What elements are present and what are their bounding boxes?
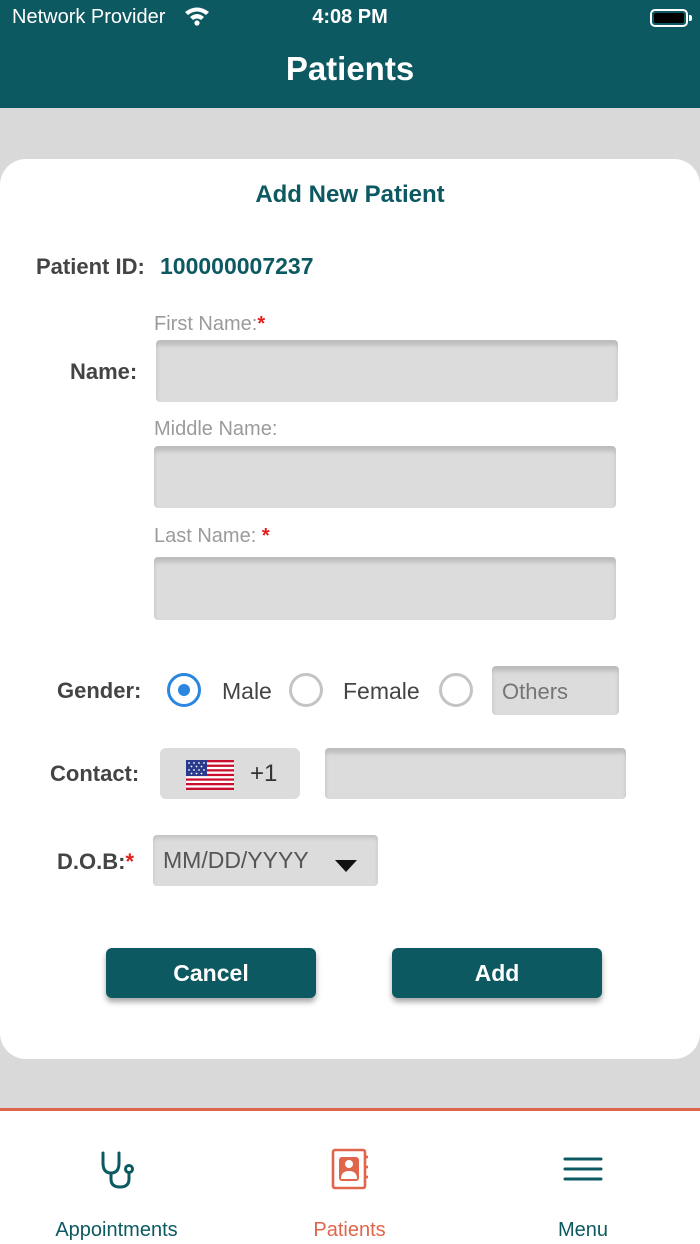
last-name-input[interactable] <box>154 557 616 620</box>
tab-appointments[interactable]: Appointments <box>0 1111 233 1244</box>
caret-down-icon <box>335 860 357 872</box>
gender-male-label: Male <box>222 678 272 704</box>
others-gender-input[interactable] <box>492 666 619 715</box>
us-flag-icon <box>186 760 234 790</box>
status-bar: Network Provider 4:08 PM <box>0 0 700 36</box>
gender-female-radio[interactable] <box>289 673 323 707</box>
gender-male-radio[interactable] <box>167 673 201 707</box>
battery-icon <box>650 9 692 27</box>
dob-dropdown[interactable]: MM/DD/YYYY <box>153 835 378 886</box>
bottom-tab-bar: Appointments Patients Menu <box>0 1108 700 1244</box>
country-dial-code: +1 <box>250 760 278 787</box>
tab-menu[interactable]: Menu <box>466 1111 700 1244</box>
tab-patients[interactable]: Patients <box>233 1111 466 1244</box>
middle-name-label: Middle Name: <box>154 418 278 440</box>
required-marker: * <box>261 525 270 547</box>
middle-name-input[interactable] <box>154 446 616 508</box>
required-marker: * <box>125 849 135 874</box>
cancel-button[interactable]: Cancel <box>106 948 316 998</box>
gender-others-radio[interactable] <box>439 673 473 707</box>
first-name-label: First Name:* <box>154 313 266 335</box>
required-marker: * <box>257 313 266 335</box>
tab-menu-label: Menu <box>557 1219 609 1241</box>
name-label: Name: <box>70 359 138 384</box>
form-title: Add New Patient <box>255 181 445 208</box>
country-code-selector[interactable]: +1 <box>160 748 300 799</box>
hamburger-menu-icon <box>563 1157 603 1181</box>
page-title: Patients <box>285 50 415 87</box>
gender-female-label: Female <box>343 678 420 704</box>
contact-label: Contact: <box>50 761 140 786</box>
dob-label: D.O.B:* <box>57 849 135 874</box>
tab-patients-label: Patients <box>313 1219 386 1241</box>
patient-contact-icon <box>331 1148 368 1190</box>
gender-label: Gender: <box>57 678 142 703</box>
status-time: 4:08 PM <box>312 6 388 28</box>
phone-number-input[interactable] <box>325 748 626 799</box>
add-patient-card: Add New Patient Patient ID: 100000007237… <box>0 159 700 1059</box>
add-button[interactable]: Add <box>392 948 602 998</box>
first-name-input[interactable] <box>156 340 618 402</box>
dob-placeholder: MM/DD/YYYY <box>163 847 309 873</box>
stethoscope-icon <box>101 1151 134 1189</box>
patient-id-value: 100000007237 <box>160 253 314 279</box>
app-header: Network Provider 4:08 PM Patients <box>0 0 700 108</box>
last-name-label: Last Name: * <box>154 525 270 547</box>
tab-appointments-label: Appointments <box>55 1219 178 1241</box>
patient-id-label: Patient ID: <box>36 254 145 279</box>
